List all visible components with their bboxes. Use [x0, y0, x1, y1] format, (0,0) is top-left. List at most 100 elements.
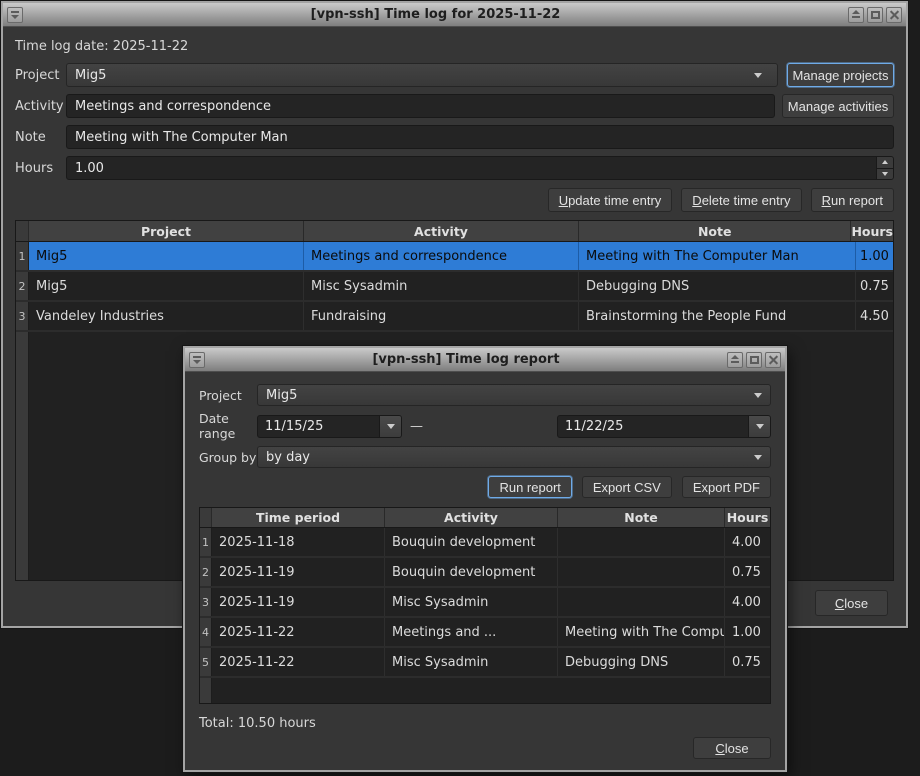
cell-activity: Bouquin development: [385, 558, 558, 586]
close-window-button[interactable]: [886, 7, 902, 23]
report-actions: Run report Export CSV Export PDF: [199, 476, 771, 498]
close-window-button[interactable]: [765, 352, 781, 368]
report-project-row: Project Mig5: [199, 384, 771, 406]
report-row[interactable]: 2 2025-11-19 Bouquin development 0.75: [200, 558, 770, 588]
report-project-combobox[interactable]: Mig5: [257, 384, 771, 406]
delete-time-entry-label: Delete time entry: [692, 193, 790, 208]
manage-activities-label: Manage activities: [788, 99, 888, 114]
cell-period: 2025-11-19: [212, 588, 385, 616]
date-from-button[interactable]: [379, 416, 401, 437]
cell-hours: 0.75: [856, 272, 893, 300]
header-note[interactable]: Note: [558, 508, 725, 527]
header-activity[interactable]: Activity: [304, 221, 579, 241]
group-by-combobox[interactable]: by day: [257, 446, 771, 468]
gutter-filler: [200, 678, 212, 703]
header-project[interactable]: Project: [29, 221, 304, 241]
report-run-report-button[interactable]: Run report: [488, 476, 571, 498]
report-row[interactable]: 3 2025-11-19 Misc Sysadmin 4.00: [200, 588, 770, 618]
gutter-filler: [16, 332, 29, 580]
hours-stepper[interactable]: 1.00: [66, 156, 894, 180]
header-note[interactable]: Note: [579, 221, 851, 241]
group-by-row: Group by by day: [199, 446, 771, 468]
export-pdf-button[interactable]: Export PDF: [682, 476, 771, 498]
shade-button[interactable]: [727, 352, 743, 368]
cell-project: Vandeley Industries: [29, 302, 304, 330]
shade-button[interactable]: [848, 7, 864, 23]
run-report-label: Run report: [499, 480, 560, 495]
date-to-button[interactable]: [748, 416, 770, 437]
report-table-header: Time period Activity Note Hours: [200, 508, 770, 528]
manage-activities-button[interactable]: Manage activities: [782, 94, 894, 118]
arrow-up-icon: [882, 160, 888, 164]
chevron-down-icon: [754, 393, 762, 398]
date-to-dropdown[interactable]: 11/22/25: [557, 415, 771, 438]
maximize-button[interactable]: [867, 7, 883, 23]
arrow-down-icon: [882, 172, 888, 176]
total-hours-label: Total: 10.50 hours: [199, 716, 771, 732]
cell-activity: Meetings and ...: [385, 618, 558, 646]
window-menu-button[interactable]: [7, 7, 23, 23]
report-titlebar[interactable]: [vpn-ssh] Time log report: [185, 348, 785, 372]
window-menu-icon: [193, 355, 201, 364]
report-row[interactable]: 1 2025-11-18 Bouquin development 4.00: [200, 528, 770, 558]
project-combobox[interactable]: Mig5: [66, 63, 778, 87]
cell-project: Mig5: [29, 272, 304, 300]
report-close-button[interactable]: Close: [693, 737, 771, 759]
cell-note: Meeting with The Computer...: [558, 618, 725, 646]
header-activity[interactable]: Activity: [385, 508, 558, 527]
close-label: Close: [715, 741, 748, 756]
cell-activity: Bouquin development: [385, 528, 558, 556]
cell-activity: Fundraising: [304, 302, 579, 330]
report-dialog: [vpn-ssh] Time log report Project Mig5 D…: [183, 346, 787, 772]
row-number: 4: [200, 618, 212, 646]
cell-period: 2025-11-18: [212, 528, 385, 556]
close-icon: [769, 355, 778, 364]
export-csv-button[interactable]: Export CSV: [582, 476, 672, 498]
note-input[interactable]: Meeting with The Computer Man: [66, 125, 894, 149]
update-time-entry-button[interactable]: Update time entry: [548, 188, 673, 212]
row-number: 2: [200, 558, 212, 586]
activity-label: Activity: [15, 99, 66, 114]
hours-row: Hours 1.00: [15, 156, 894, 180]
run-report-button[interactable]: Run report: [811, 188, 894, 212]
manage-projects-label: Manage projects: [792, 68, 888, 83]
activity-input[interactable]: Meetings and correspondence: [66, 94, 775, 118]
header-time-period[interactable]: Time period: [212, 508, 385, 527]
header-hours[interactable]: Hours: [725, 508, 770, 527]
cell-note: Debugging DNS: [579, 272, 856, 300]
close-label: Close: [835, 596, 868, 611]
cell-hours: 4.50: [856, 302, 893, 330]
report-row[interactable]: 4 2025-11-22 Meetings and ... Meeting wi…: [200, 618, 770, 648]
report-row[interactable]: 5 2025-11-22 Misc Sysadmin Debugging DNS…: [200, 648, 770, 678]
date-from-dropdown[interactable]: 11/15/25: [257, 415, 402, 438]
delete-time-entry-button[interactable]: Delete time entry: [681, 188, 801, 212]
run-report-label: Run report: [822, 193, 883, 208]
maximize-button[interactable]: [746, 352, 762, 368]
timelog-window-title: [vpn-ssh] Time log for 2025-11-22: [26, 7, 845, 22]
entry-actions: Update time entry Delete time entry Run …: [15, 188, 894, 212]
table-empty-area: [200, 678, 770, 703]
report-project-value: Mig5: [266, 388, 297, 403]
chevron-down-icon: [756, 424, 764, 429]
table-row[interactable]: 2 Mig5 Misc Sysadmin Debugging DNS 0.75: [16, 272, 893, 302]
cell-period: 2025-11-19: [212, 558, 385, 586]
table-row[interactable]: 3 Vandeley Industries Fundraising Brains…: [16, 302, 893, 332]
chevron-down-icon: [754, 73, 762, 78]
export-pdf-label: Export PDF: [693, 480, 760, 495]
close-button[interactable]: Close: [815, 590, 888, 616]
cell-hours: 4.00: [725, 588, 770, 616]
spin-down-button[interactable]: [877, 169, 893, 180]
manage-projects-button[interactable]: Manage projects: [787, 63, 894, 87]
timelog-titlebar[interactable]: [vpn-ssh] Time log for 2025-11-22: [3, 3, 906, 27]
spin-up-button[interactable]: [877, 157, 893, 169]
date-range-row: Date range 11/15/25 — 11/22/25: [199, 415, 771, 437]
row-number: 3: [16, 302, 29, 330]
table-row[interactable]: 1 Mig5 Meetings and correspondence Meeti…: [16, 242, 893, 272]
date-to-value: 11/22/25: [558, 416, 748, 437]
row-number: 3: [200, 588, 212, 616]
cell-note: Debugging DNS: [558, 648, 725, 676]
window-menu-button[interactable]: [189, 352, 205, 368]
table-header: Project Activity Note Hours: [16, 221, 893, 242]
header-hours[interactable]: Hours: [851, 221, 893, 241]
hours-spin-buttons: [876, 157, 893, 179]
